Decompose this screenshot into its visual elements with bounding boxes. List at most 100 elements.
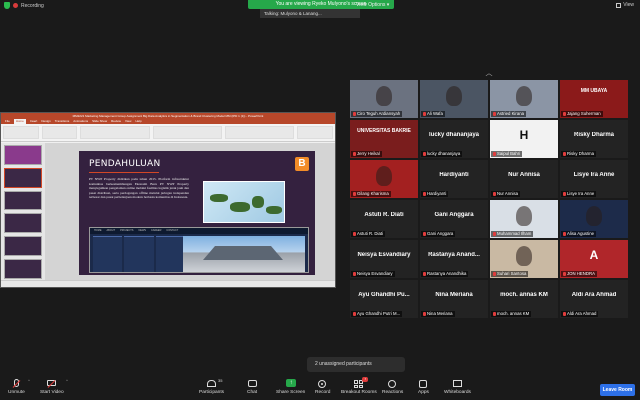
participant-tile[interactable]: Gilang Kharisma [350,160,418,198]
participant-tile[interactable]: Alisa Agustine [560,200,628,238]
ppt-tab-transitions[interactable]: Transitions [55,119,70,124]
participant-name: Saipul Bahri [497,151,521,156]
slide-thumbnail[interactable] [4,190,42,211]
building-roof [203,246,283,260]
website-banner-image: HOME ABOUT PROJECTS NEWS CAREER CONTACT [89,227,309,273]
participant-name-label: Lisye Ira Anne [561,191,597,197]
banner-nav: HOME ABOUT PROJECTS NEWS CAREER CONTACT [90,228,308,234]
slide-thumbnail[interactable] [4,145,42,165]
whiteboards-button[interactable]: Whiteboards [444,379,471,395]
unassigned-participants-notice[interactable]: 2 unassigned participants [307,357,405,372]
participant-tile[interactable]: Astried Kirana [490,80,558,118]
reactions-button[interactable]: Reactions [382,379,403,395]
muted-mic-icon [563,112,566,116]
reactions-label: Reactions [382,390,404,395]
participant-name-label: Ali Wafa [421,111,445,117]
participant-name: Nur Annisa [497,191,519,196]
breakout-rooms-button[interactable]: ▪ Breakout Rooms [341,377,377,395]
building-photo [183,236,305,272]
map-island [252,196,264,208]
ppt-tab-animations[interactable]: Animations [73,119,88,124]
indonesia-map-image [203,181,285,223]
share-screen-button[interactable]: ↑ Share Screen [276,379,305,395]
current-slide[interactable]: PENDAHULUAN PT NWP Property didirikan pa… [79,151,315,275]
participant-tile[interactable]: Gani Anggara Gani Anggara [420,200,488,238]
breakout-rooms-icon: ▪ [354,377,369,388]
participant-tile[interactable]: Lisye Ira Anne Lisye Ira Anne [560,160,628,198]
participant-display-name: Nur Annisa [508,172,540,178]
participant-tile[interactable]: Ali Wafa [420,80,488,118]
participant-tile[interactable]: Rastanya Anand... Rastanya Anandhika [420,240,488,278]
participant-tile[interactable]: Ciro Teguh Ardiansyah [350,80,418,118]
participant-tile[interactable]: Suhari Santosa [490,240,558,278]
participant-tile[interactable]: UNIVERSITAS BAKRIE Jerry Heikal [350,120,418,158]
chat-button[interactable]: Chat [247,379,257,395]
slide-title: PENDAHULUAN [89,159,161,169]
slide-body-text: PT NWP Property didirikan pada tahun 201… [89,177,189,200]
leave-room-button[interactable]: Leave Room [600,384,635,396]
muted-mic-icon [563,272,566,276]
ppt-tab-slide-show[interactable]: Slide Show [92,119,107,124]
slide-thumbnail[interactable] [4,236,42,257]
participant-tile[interactable]: H Saipul Bahri [490,120,558,158]
ppt-tab-design[interactable]: Design [41,119,50,124]
slide-canvas: PENDAHULUAN PT NWP Property didirikan pa… [45,143,335,281]
muted-mic-icon [563,312,566,316]
participant-tile[interactable]: lucky dhananjaya lucky dhananjaya [420,120,488,158]
ppt-tab-review[interactable]: Review [111,119,121,124]
ribbon-group-slides [41,126,78,139]
ppt-tab-file[interactable]: File [5,119,10,124]
view-options-button[interactable]: View Options ▾ [356,2,389,8]
ppt-tab-home[interactable]: Home [13,119,26,124]
view-button[interactable]: View [616,2,634,8]
slide-thumbnail[interactable] [4,167,42,188]
participant-tile[interactable]: Risky Dharma Risky Dharma [560,120,628,158]
participant-tile[interactable]: moch. annas KM moch. annas KM [490,280,558,318]
participant-silhouette [446,86,462,106]
video-options-caret-icon[interactable]: ^ [66,378,68,383]
participant-silhouette [516,86,532,106]
record-button[interactable]: Record [315,379,330,395]
participant-tile[interactable]: Hardiyanti Hardiyanti [420,160,488,198]
participants-count: 35 [218,378,223,383]
participant-display-name: Neisya Esvandiary [357,252,411,258]
participant-name-label: Alisa Agustine [561,231,596,237]
recording-indicator[interactable]: Recording [4,2,44,9]
ppt-tab-view[interactable]: View [125,119,131,124]
slide-thumbnails [1,143,45,281]
ppt-tab-help[interactable]: Help [135,119,141,124]
chat-label: Chat [247,390,258,395]
slide-thumbnail[interactable] [4,259,42,279]
gallery-up-arrow-icon[interactable]: ︿ [484,68,494,77]
participants-button[interactable]: 35 Participants [199,378,224,395]
participant-tile[interactable]: Astuti R. Diati Astuti R. Diati [350,200,418,238]
participant-display-name: Rastanya Anand... [428,252,480,258]
ppt-ribbon [1,124,335,142]
participant-display-name: Ayu Ghandhi Pu... [358,292,410,298]
participant-tile[interactable]: A JON HENDRA [560,240,628,278]
participant-name-label: JON HENDRA [561,271,597,277]
share-screen-label: Share Screen [276,390,306,395]
apps-button[interactable]: Apps [418,379,429,395]
participant-name-label: Suhari Santosa [491,271,529,277]
participant-display-name: Nina Meriana [435,292,473,298]
banner-nav-item: CONTACT [166,229,179,232]
participant-tile[interactable]: Ayu Ghandhi Pu... Ayu Ghandhi Putri M... [350,280,418,318]
participant-tile[interactable]: MM UBAYA Jajang Suherman [560,80,628,118]
participant-name: Lisye Ira Anne [567,191,595,196]
participant-tile[interactable]: Nur Annisa Nur Annisa [490,160,558,198]
participant-tile[interactable]: Muhammad Ilham [490,200,558,238]
participant-name-label: Gilang Kharisma [351,191,391,197]
slide-thumbnail[interactable] [4,213,42,234]
start-video-button[interactable]: Start Video [40,379,64,395]
ribbon-group-font [80,126,150,139]
shared-screen[interactable]: MM2221 Marketing Management Group Assign… [0,112,336,288]
audio-options-caret-icon[interactable]: ^ [28,378,30,383]
participant-tile[interactable]: Nina Meriana Nina Meriana [420,280,488,318]
participant-tile[interactable]: Neisya Esvandiary Neisya Esvandiary [350,240,418,278]
unmute-button[interactable]: Unmute [8,379,25,395]
participant-tile[interactable]: Aldi Ara Ahmad Aldi Ara Ahmad [560,280,628,318]
ribbon-group-paragraph [152,126,222,139]
ppt-body: PENDAHULUAN PT NWP Property didirikan pa… [1,143,335,281]
ppt-tab-insert[interactable]: Insert [30,119,38,124]
